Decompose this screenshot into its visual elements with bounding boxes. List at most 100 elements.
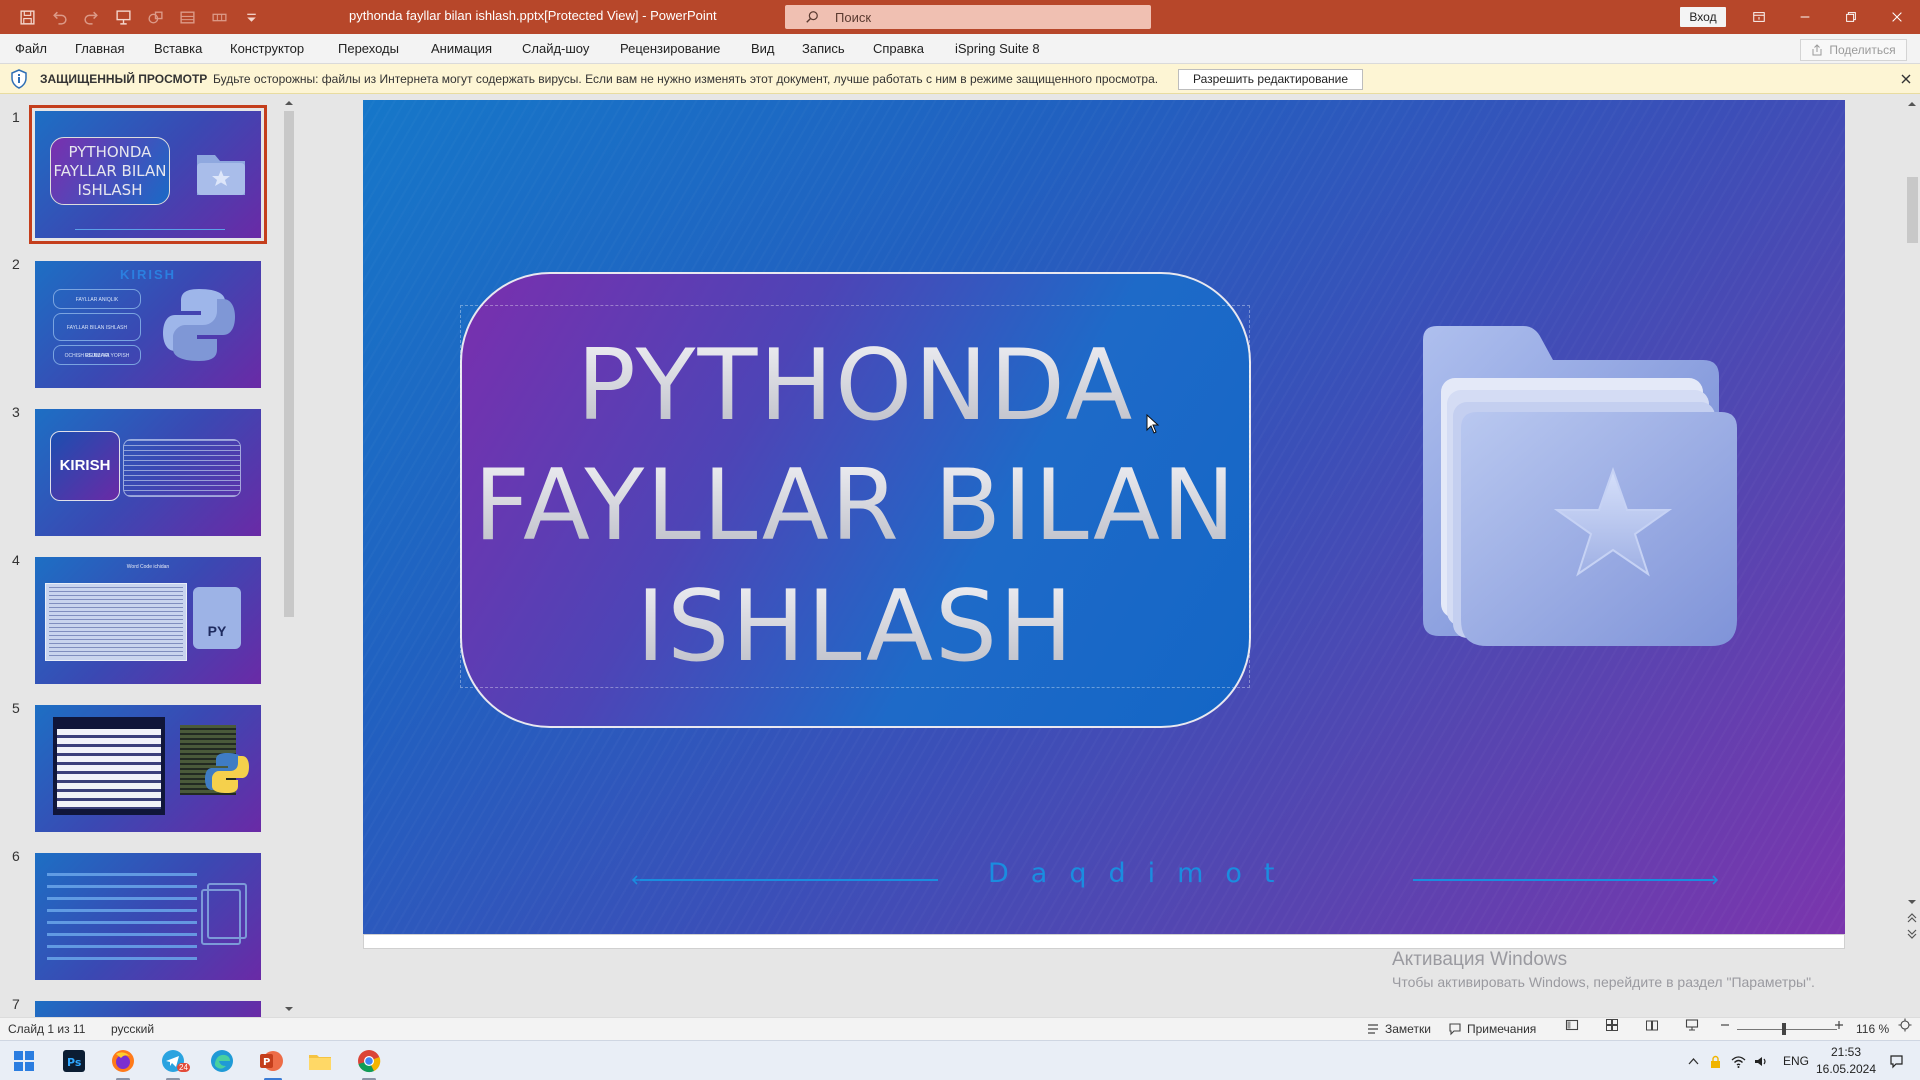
slide-title-text: FAYLLAR BILAN	[473, 449, 1238, 563]
taskbar-chrome[interactable]	[353, 1045, 385, 1077]
start-button[interactable]	[8, 1045, 40, 1077]
table-icon[interactable]	[206, 4, 232, 30]
slide-thumbnail-7[interactable]	[35, 1001, 261, 1017]
show-hidden-icons[interactable]	[1686, 1041, 1701, 1080]
customize-qat-icon[interactable]	[238, 4, 264, 30]
save-icon[interactable]	[14, 4, 40, 30]
restore-icon	[1846, 12, 1856, 22]
scroll-down-icon[interactable]	[284, 1004, 294, 1014]
slide-thumbnail-5[interactable]	[35, 705, 261, 832]
slide-thumbnail-2[interactable]: KIRISH FAYLLAR ANIQLIK FAYLLAR BILAN ISH…	[35, 261, 261, 388]
security-tray-icon[interactable]	[1708, 1041, 1723, 1080]
redo-icon[interactable]	[78, 4, 104, 30]
slide-thumbnail-4[interactable]: Word Code ichidan PY	[35, 557, 261, 684]
slideshow-view-button[interactable]	[1685, 1018, 1699, 1032]
start-slideshow-icon[interactable]	[110, 4, 136, 30]
enable-editing-button[interactable]: Разрешить редактирование	[1178, 69, 1363, 90]
tab-file[interactable]: Файл	[15, 34, 47, 64]
tab-ispring[interactable]: iSpring Suite 8	[955, 34, 1040, 64]
plus-icon	[1835, 1021, 1843, 1029]
scrollbar-thumb[interactable]	[284, 111, 294, 617]
slide-thumbnail-3[interactable]: KIRISH	[35, 409, 261, 536]
thumbnail-text-lines	[49, 587, 183, 657]
zoom-slider-handle[interactable]	[1782, 1023, 1786, 1035]
chrome-icon	[358, 1050, 381, 1073]
tab-transitions[interactable]: Переходы	[338, 34, 399, 64]
thumbnail-heading: KIRISH	[119, 267, 177, 282]
previous-slide-icon[interactable]	[1907, 913, 1917, 923]
scrollbar-thumb[interactable]	[1907, 177, 1918, 243]
notification-center[interactable]	[1889, 1041, 1904, 1080]
thumbnail-text-block	[123, 439, 241, 497]
minimize-icon	[1800, 16, 1810, 18]
taskbar-clock[interactable]: 21:53 16.05.2024	[1810, 1044, 1882, 1078]
tab-view[interactable]: Вид	[751, 34, 775, 64]
comment-icon	[1449, 1023, 1461, 1036]
slide-thumbnail-1[interactable]: PYTHONDA FAYLLAR BILAN ISHLASH	[29, 105, 267, 244]
share-button[interactable]: Поделиться	[1800, 39, 1907, 61]
layout-icon[interactable]	[174, 4, 200, 30]
notes-button[interactable]: Заметки	[1366, 1018, 1431, 1040]
wifi-tray-icon[interactable]	[1731, 1041, 1746, 1080]
zoom-out-button[interactable]	[1718, 1018, 1732, 1032]
protected-view-bar: ЗАЩИЩЕННЫЙ ПРОСМОТР Будьте осторожны: фа…	[0, 64, 1920, 94]
zoom-slider-track[interactable]	[1737, 1029, 1837, 1030]
tab-review[interactable]: Рецензирование	[620, 34, 720, 64]
document-title: pythonda fayllar bilan ishlash.pptx[Prot…	[349, 8, 717, 23]
zoom-in-button[interactable]	[1832, 1018, 1846, 1032]
close-icon[interactable]	[1897, 70, 1915, 88]
tab-insert[interactable]: Вставка	[154, 34, 202, 64]
slide-thumbnail-6[interactable]	[35, 853, 261, 980]
scroll-up-icon[interactable]	[284, 98, 294, 108]
tab-record[interactable]: Запись	[802, 34, 845, 64]
file-explorer-icon	[309, 1055, 331, 1070]
language-indicator[interactable]: русский	[111, 1018, 154, 1040]
slide-number: 6	[12, 848, 20, 864]
tab-help[interactable]: Справка	[873, 34, 924, 64]
next-slide-icon[interactable]	[1907, 929, 1917, 939]
scroll-down-icon[interactable]	[1907, 897, 1917, 907]
thumbnail-scrollbar[interactable]	[282, 95, 296, 1017]
taskbar-file-explorer[interactable]	[304, 1045, 336, 1077]
slide-canvas[interactable]: PYTHONDA FAYLLAR BILAN ISHLASH Daqdimot	[363, 100, 1845, 934]
minimize-button[interactable]	[1782, 0, 1828, 34]
input-language[interactable]: ENG	[1783, 1041, 1809, 1080]
scroll-up-icon[interactable]	[1907, 99, 1917, 109]
search-placeholder: Поиск	[835, 9, 872, 25]
tab-design[interactable]: Конструктор	[230, 34, 304, 64]
reading-view-button[interactable]	[1645, 1018, 1659, 1032]
normal-view-button[interactable]	[1565, 1018, 1579, 1032]
py-file-badge: PY	[207, 623, 227, 639]
close-button[interactable]	[1874, 0, 1920, 34]
taskbar-edge[interactable]	[206, 1045, 238, 1077]
comments-button[interactable]: Примечания	[1448, 1018, 1536, 1040]
fit-to-window-button[interactable]	[1898, 1018, 1912, 1032]
windows-logo-icon	[14, 1051, 34, 1071]
zoom-level[interactable]: 116 %	[1856, 1018, 1889, 1040]
search-box[interactable]: Поиск	[785, 5, 1151, 29]
ribbon-display-options-button[interactable]	[1736, 0, 1782, 34]
arrow-left-icon	[631, 875, 642, 885]
tab-animations[interactable]: Анимация	[431, 34, 492, 64]
taskbar-firefox[interactable]	[107, 1045, 139, 1077]
thumbnail-code-window	[53, 717, 165, 815]
slide-scrollbar[interactable]	[1905, 95, 1920, 1017]
tab-home[interactable]: Главная	[75, 34, 124, 64]
undo-icon[interactable]	[46, 4, 72, 30]
shapes-icon[interactable]	[142, 4, 168, 30]
taskbar-powerpoint[interactable]: P	[255, 1045, 287, 1077]
login-button[interactable]: Вход	[1680, 7, 1726, 27]
volume-tray-icon[interactable]	[1753, 1041, 1768, 1080]
taskbar-telegram[interactable]: 24	[157, 1045, 190, 1077]
taskbar-photoshop[interactable]: Ps	[58, 1045, 90, 1077]
photoshop-icon: Ps	[63, 1050, 85, 1072]
folder-star-icon	[1423, 326, 1737, 646]
thumbnail-footer-line	[75, 229, 225, 230]
notification-badge: 24	[177, 1063, 190, 1072]
restore-button[interactable]	[1828, 0, 1874, 34]
clock-date: 16.05.2024	[1815, 1062, 1877, 1076]
thumbnail-title: PYTHONDA FAYLLAR BILAN ISHLASH	[50, 143, 170, 200]
python-logo-icon	[163, 289, 235, 361]
tab-slideshow[interactable]: Слайд-шоу	[522, 34, 589, 64]
slide-sorter-button[interactable]	[1605, 1018, 1619, 1032]
